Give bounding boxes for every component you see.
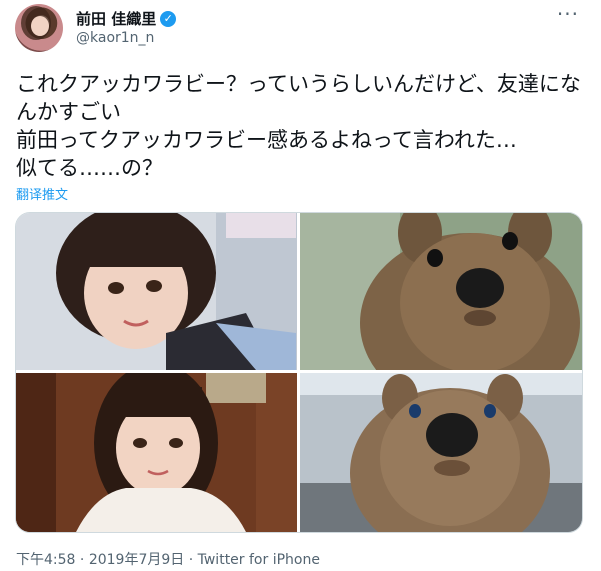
tweet-text: これクアッカワラビー？っていうらしいんだけど、友達になんかすごい 前田ってクアッ…	[16, 72, 581, 180]
photo-quokka-bottom[interactable]	[300, 373, 582, 532]
tweet-date[interactable]: 2019年7月9日	[89, 552, 184, 568]
translate-tweet-link[interactable]: 翻译推文	[16, 184, 68, 203]
photo-girl-selfie-art	[16, 213, 297, 370]
avatar-face	[31, 16, 49, 36]
tweet-timestamp: 下午4:58 · 2019年7月9日 · Twitter for iPhone	[16, 549, 320, 569]
photo-girl-restaurant-art	[16, 373, 297, 532]
author-handle[interactable]: @kaor1n_n	[76, 30, 154, 46]
photo-girl-restaurant[interactable]	[16, 373, 297, 532]
media-grid	[15, 212, 583, 533]
more-options-icon[interactable]: ···	[557, 2, 579, 26]
tweet-time[interactable]: 下午4:58	[16, 552, 75, 568]
author-name-row[interactable]: 前田 佳織里 ✓	[76, 8, 177, 29]
avatar[interactable]	[15, 4, 63, 52]
separator-dot: ·	[184, 552, 198, 568]
separator-dot: ·	[75, 552, 89, 568]
photo-quokka-top[interactable]	[300, 213, 582, 370]
author-name[interactable]: 前田 佳織里	[76, 8, 156, 29]
photo-girl-selfie[interactable]	[16, 213, 297, 370]
verified-badge-icon: ✓	[160, 10, 177, 27]
photo-quokka-top-art	[300, 213, 582, 370]
tweet-source-app[interactable]: Twitter for iPhone	[198, 552, 320, 568]
photo-quokka-bottom-art	[300, 373, 582, 532]
